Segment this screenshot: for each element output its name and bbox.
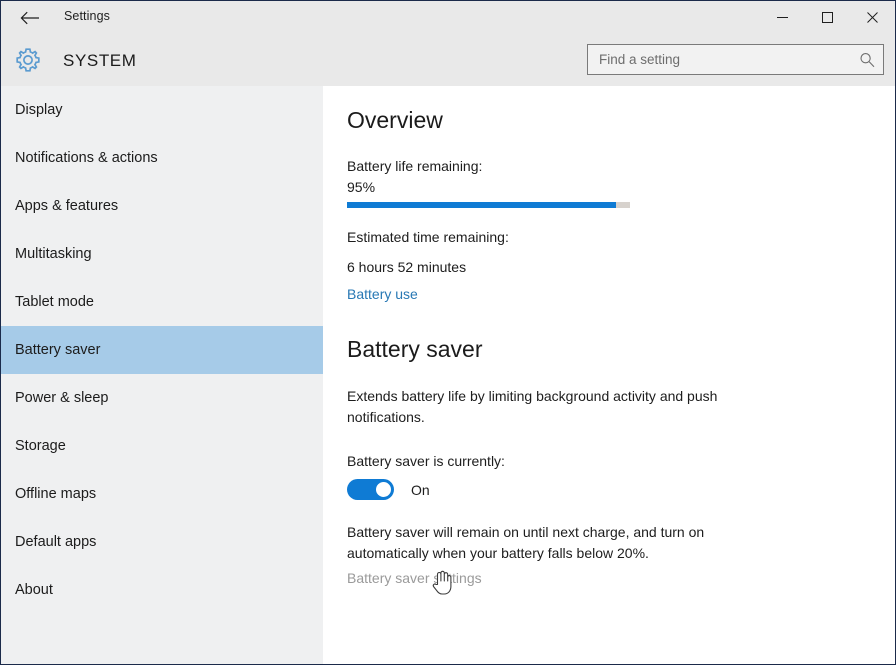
sidebar-item-label: About — [1, 582, 53, 598]
close-button[interactable] — [850, 1, 895, 34]
battery-life-value: 95% — [347, 177, 767, 198]
sidebar-item-battery-saver[interactable]: Battery saver — [1, 326, 323, 374]
sidebar-item-label: Power & sleep — [1, 390, 109, 406]
estimated-time-label: Estimated time remaining: — [347, 227, 767, 248]
minimize-button[interactable] — [760, 1, 805, 34]
settings-window: Settings — [0, 0, 896, 665]
sidebar-item-label: Storage — [1, 438, 66, 454]
sidebar-item-label: Offline maps — [1, 486, 96, 502]
sidebar-item-label: Display — [1, 102, 63, 118]
close-icon — [866, 11, 879, 24]
sidebar-item-display[interactable]: Display — [1, 86, 323, 134]
sidebar-item-label: Multitasking — [1, 246, 92, 262]
battery-saver-settings-link[interactable]: Battery saver settings — [347, 570, 482, 586]
title-bar: Settings — [1, 1, 895, 35]
battery-saver-toggle[interactable] — [347, 479, 394, 500]
sidebar-item-power-sleep[interactable]: Power & sleep — [1, 374, 323, 422]
settings-content: Overview Battery life remaining: 95% Est… — [323, 86, 895, 664]
sidebar-item-notifications-actions[interactable]: Notifications & actions — [1, 134, 323, 182]
battery-use-link[interactable]: Battery use — [347, 286, 418, 302]
estimated-time-value: 6 hours 52 minutes — [347, 257, 767, 278]
page-header: SYSTEM — [1, 34, 895, 86]
sidebar-item-label: Tablet mode — [1, 294, 94, 310]
sidebar-item-offline-maps[interactable]: Offline maps — [1, 470, 323, 518]
sidebar-item-apps-features[interactable]: Apps & features — [1, 182, 323, 230]
sidebar-item-label: Notifications & actions — [1, 150, 158, 166]
battery-saver-heading: Battery saver — [347, 336, 483, 363]
sidebar-item-tablet-mode[interactable]: Tablet mode — [1, 278, 323, 326]
sidebar-item-storage[interactable]: Storage — [1, 422, 323, 470]
battery-saver-note: Battery saver will remain on until next … — [347, 522, 759, 564]
battery-progress-fill — [347, 202, 616, 208]
sidebar-item-multitasking[interactable]: Multitasking — [1, 230, 323, 278]
toggle-knob — [376, 482, 391, 497]
sidebar-item-label: Apps & features — [1, 198, 118, 214]
battery-saver-toggle-state: On — [411, 482, 430, 498]
page-title: SYSTEM — [63, 51, 137, 71]
sidebar-item-default-apps[interactable]: Default apps — [1, 518, 323, 566]
minimize-icon — [776, 11, 789, 24]
sidebar-item-label: Default apps — [1, 534, 96, 550]
battery-progress-bar — [347, 202, 630, 208]
overview-heading: Overview — [347, 107, 443, 134]
window-title: Settings — [64, 9, 110, 23]
battery-saver-status-label: Battery saver is currently: — [347, 451, 767, 472]
sidebar-item-about[interactable]: About — [1, 566, 323, 614]
maximize-icon — [821, 11, 834, 24]
search-input[interactable] — [588, 45, 856, 74]
settings-sidebar: Display Notifications & actions Apps & f… — [1, 86, 323, 664]
back-button[interactable] — [9, 1, 51, 34]
search-icon[interactable] — [858, 51, 876, 69]
battery-saver-toggle-row: On — [347, 479, 430, 500]
battery-saver-description: Extends battery life by limiting backgro… — [347, 386, 759, 428]
sidebar-item-label: Battery saver — [1, 342, 100, 358]
maximize-button[interactable] — [805, 1, 850, 34]
window-controls — [760, 1, 895, 34]
search-box[interactable] — [587, 44, 884, 75]
gear-icon — [14, 46, 42, 74]
back-arrow-icon — [20, 11, 40, 25]
battery-life-label: Battery life remaining: — [347, 156, 767, 177]
